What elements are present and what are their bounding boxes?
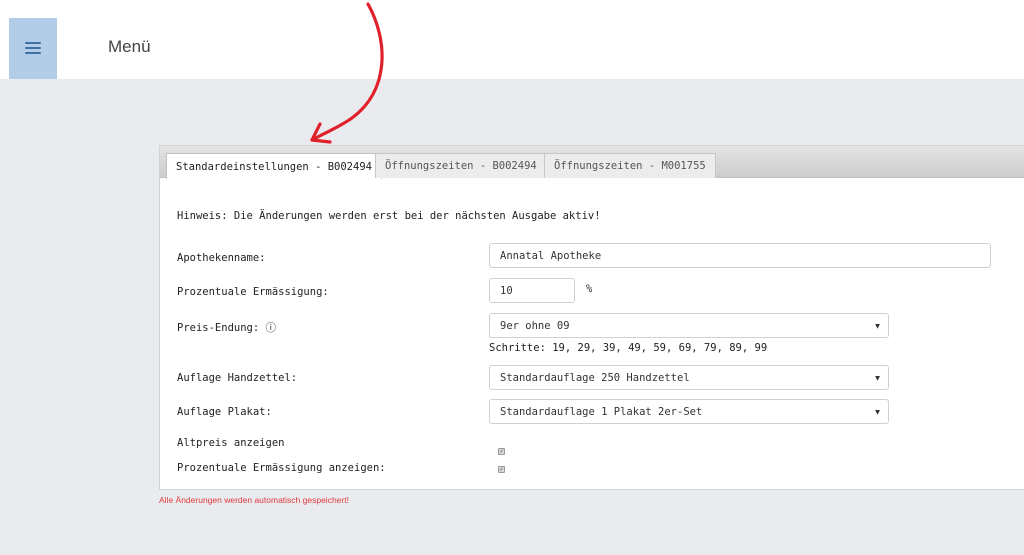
hamburger-icon	[25, 42, 41, 55]
annotation-arrow	[310, 2, 384, 144]
show-old-price-checkbox[interactable]: ✓	[498, 448, 505, 455]
menu-title: Menü	[108, 37, 151, 56]
poster-run-select[interactable]: Standardauflage 1 Plakat 2er-Set ▼	[489, 399, 889, 424]
poster-run-value: Standardauflage 1 Plakat 2er-Set	[500, 405, 703, 418]
price-ending-steps: Schritte: 19, 29, 39, 49, 59, 69, 79, 89…	[489, 342, 768, 354]
price-ending-select[interactable]: 9er ohne 09 ▼	[489, 313, 889, 338]
tab-standard-settings[interactable]: Standardeinstellungen - B002494	[166, 153, 382, 179]
pharmacy-name-input[interactable]: Annatal Apotheke	[489, 243, 991, 268]
tab-opening-hours-m001755[interactable]: Öffnungszeiten - M001755	[544, 153, 716, 178]
dropdown-arrow-icon: ▼	[875, 321, 880, 330]
discount-unit: %	[586, 283, 593, 295]
dropdown-arrow-icon: ▼	[875, 373, 880, 382]
flyer-run-value: Standardauflage 250 Handzettel	[500, 371, 690, 384]
hint-text: Hinweis: Die Änderungen werden erst bei …	[177, 210, 601, 222]
settings-panel: Standardeinstellungen - B002494 Öffnungs…	[159, 145, 1024, 490]
price-ending-label: Preis-Endung: ⓘ	[177, 322, 277, 334]
flyer-run-select[interactable]: Standardauflage 250 Handzettel ▼	[489, 365, 889, 390]
tab-opening-hours-b002494[interactable]: Öffnungszeiten - B002494	[375, 153, 547, 178]
discount-input[interactable]: 10	[489, 278, 575, 303]
tab-bar: Standardeinstellungen - B002494 Öffnungs…	[160, 146, 1024, 179]
price-ending-value: 9er ohne 09	[500, 319, 570, 332]
top-bar: Menü	[0, 0, 1024, 79]
pharmacy-name-label: Apothekenname:	[177, 252, 266, 264]
pharmacy-name-value: Annatal Apotheke	[500, 249, 602, 262]
show-old-price-label: Altpreis anzeigen	[177, 437, 285, 449]
show-discount-pct-checkbox[interactable]: ✓	[498, 466, 505, 473]
autosave-note: Alle Änderungen werden automatisch gespe…	[159, 495, 349, 505]
discount-value: 10	[500, 284, 513, 297]
discount-label: Prozentuale Ermässigung:	[177, 286, 329, 298]
poster-run-label: Auflage Plakat:	[177, 406, 272, 418]
show-discount-pct-label: Prozentuale Ermässigung anzeigen:	[177, 462, 386, 474]
menu-toggle-button[interactable]	[9, 18, 57, 79]
flyer-run-label: Auflage Handzettel:	[177, 372, 298, 384]
dropdown-arrow-icon: ▼	[875, 407, 880, 416]
